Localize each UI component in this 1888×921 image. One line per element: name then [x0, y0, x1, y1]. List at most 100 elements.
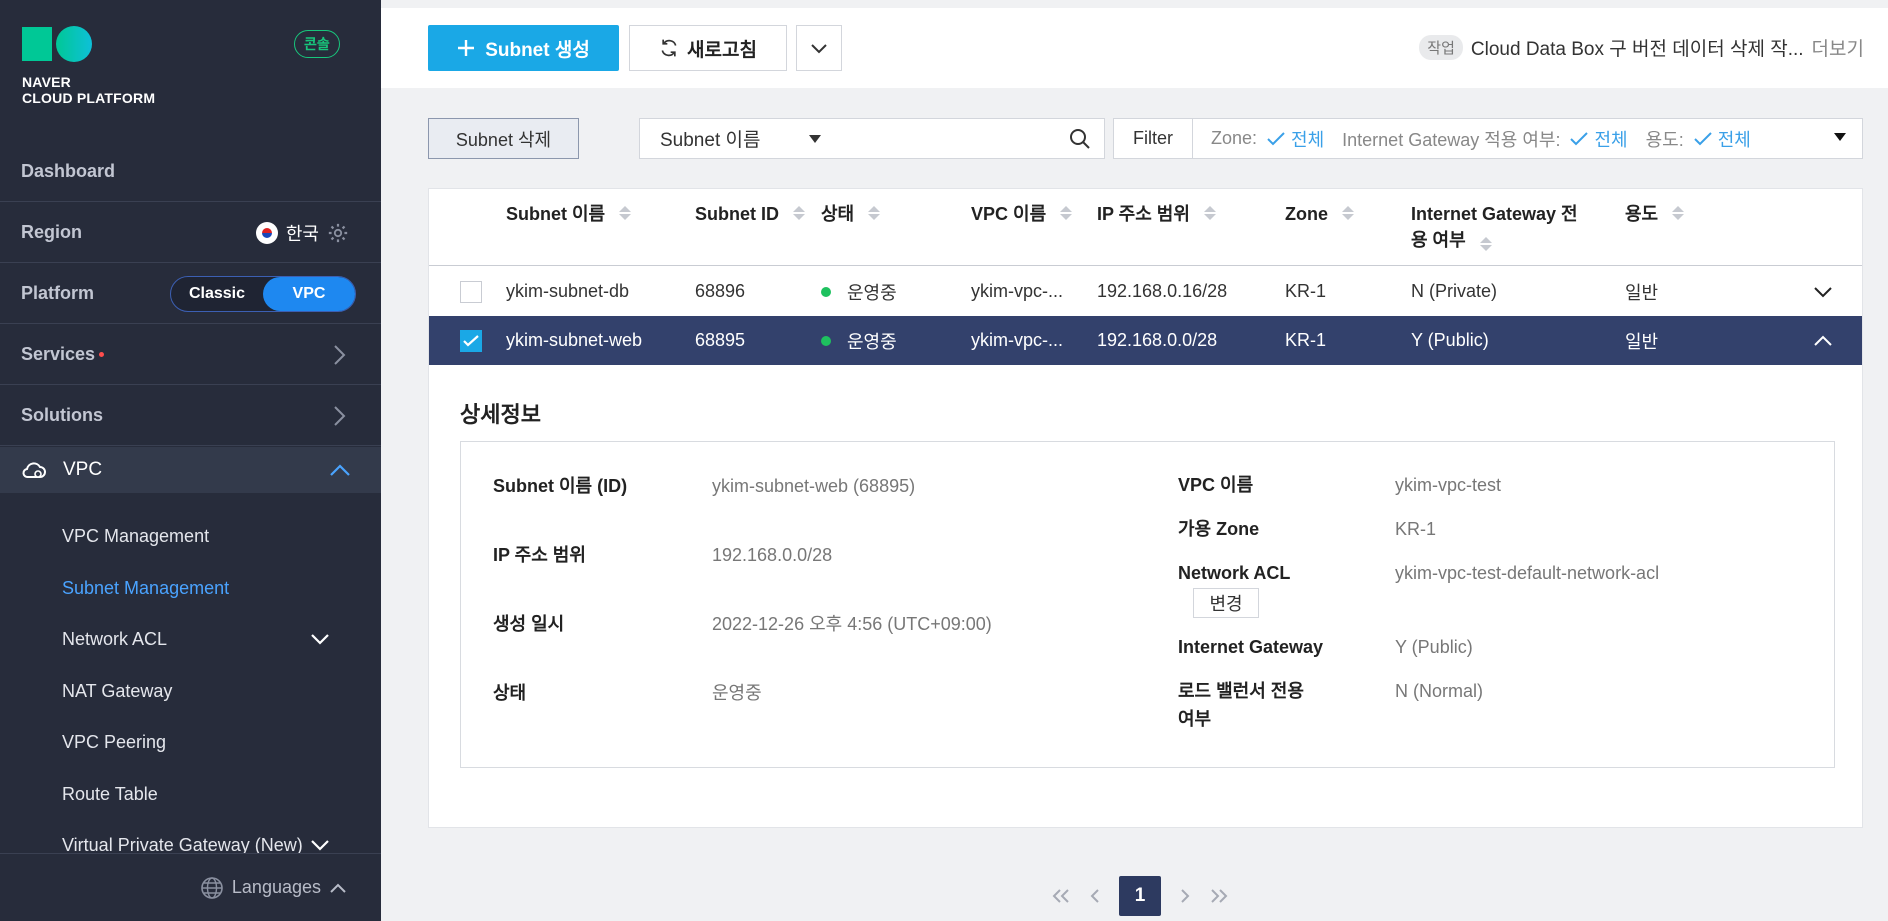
header-internet-gateway[interactable]: Internet Gateway 전용 여부: [1411, 201, 1581, 253]
cell-subnet-id: 68896: [695, 281, 746, 301]
change-acl-button[interactable]: 변경: [1193, 588, 1259, 618]
header-subnet-id[interactable]: Subnet ID: [695, 201, 805, 227]
list-toolbar: Subnet 삭제 Subnet 이름 Filter Zone: 전체 Inter…: [428, 118, 1863, 160]
table-row[interactable]: ykim-subnet-db 68896 운영중 ykim-vpc-... 19…: [429, 267, 1862, 316]
chevron-down-icon: [311, 634, 329, 645]
detail-acl-value: ykim-vpc-test-default-network-acl: [1395, 563, 1660, 583]
detail-ip-label: IP 주소 범위: [493, 545, 586, 565]
detail-created-value: 2022-12-26 오후 4:56 (UTC+09:00): [712, 614, 992, 634]
task-notice: 작업 Cloud Data Box 구 버전 데이터 삭제 작... 더보기: [1419, 34, 1864, 61]
row-checkbox-checked[interactable]: [460, 329, 482, 352]
platform-vpc[interactable]: VPC: [263, 276, 355, 311]
table-row-selected[interactable]: ykim-subnet-web 68895 운영중 ykim-vpc-... 1…: [429, 316, 1862, 365]
naver-cloud-logo[interactable]: NAVER CLOUD PLATFORM: [22, 26, 155, 106]
filter-label[interactable]: Filter: [1114, 119, 1193, 158]
filter-usage[interactable]: 용도: 전체: [1646, 126, 1751, 152]
search-field-select[interactable]: Subnet 이름: [639, 118, 836, 159]
check-icon: [463, 334, 479, 347]
chevron-down-icon: [811, 43, 827, 53]
cell-vpc-name: ykim-vpc-...: [971, 281, 1063, 301]
nav-vpc[interactable]: VPC: [0, 447, 381, 493]
row-checkbox[interactable]: [460, 280, 482, 303]
filter-internet-gateway[interactable]: Internet Gateway 적용 여부: 전체: [1342, 126, 1627, 152]
sort-icon: [1672, 206, 1685, 220]
cell-vpc-name: ykim-vpc-...: [971, 330, 1063, 350]
cell-usage: 일반: [1625, 282, 1659, 303]
header-ip-range[interactable]: IP 주소 범위: [1097, 201, 1216, 227]
korea-flag-icon: [255, 221, 278, 244]
first-page-icon[interactable]: [1051, 888, 1071, 904]
detail-lb-value: N (Normal): [1395, 681, 1483, 701]
chevron-up-icon: [330, 883, 346, 893]
detail-title: 상세정보: [460, 402, 541, 427]
task-more-link[interactable]: 더보기: [1812, 34, 1864, 61]
cell-zone: KR-1: [1285, 330, 1327, 350]
pagination: 1: [1051, 876, 1229, 916]
table-header: Subnet 이름 Subnet ID 상태 VPC 이름 IP 주소 범위 Z…: [429, 189, 1862, 266]
languages-button[interactable]: Languages: [0, 853, 381, 921]
header-status[interactable]: 상태: [821, 201, 881, 227]
refresh-button[interactable]: 새로고침: [629, 25, 787, 71]
nav-solutions[interactable]: Solutions: [0, 386, 381, 446]
task-tag: 작업: [1419, 35, 1463, 60]
detail-acl-label: Network ACL: [1178, 563, 1291, 583]
console-badge[interactable]: 콘솔: [294, 30, 340, 58]
filter-zone[interactable]: Zone: 전체: [1211, 126, 1324, 152]
last-page-icon[interactable]: [1209, 888, 1229, 904]
caret-down-icon[interactable]: [1834, 133, 1846, 141]
header-vpc-name[interactable]: VPC 이름: [971, 201, 1073, 227]
header-usage[interactable]: 용도: [1625, 201, 1685, 227]
detail-zone-value: KR-1: [1395, 519, 1437, 539]
status-dot: [821, 335, 831, 346]
subnav-route-table[interactable]: Route Table: [62, 784, 158, 805]
prev-page-icon[interactable]: [1089, 888, 1101, 904]
chevron-down-icon: [1814, 286, 1832, 297]
check-icon: [1694, 131, 1712, 145]
sort-icon: [619, 206, 632, 220]
cell-status: 운영중: [821, 316, 897, 365]
chevron-up-icon: [1814, 335, 1832, 346]
collapse-row-button[interactable]: [1813, 316, 1833, 365]
detail-status-label: 상태: [493, 683, 527, 703]
expand-row-button[interactable]: [1813, 267, 1833, 316]
platform-toggle[interactable]: Classic VPC: [170, 275, 356, 312]
next-page-icon[interactable]: [1179, 888, 1191, 904]
chevron-right-icon: [334, 344, 346, 365]
detail-panel: Subnet 이름 (ID) ykim-subnet-web (68895) I…: [460, 441, 1835, 768]
subnav-vpc-management[interactable]: VPC Management: [62, 526, 209, 547]
platform-classic[interactable]: Classic: [171, 277, 263, 311]
plus-icon: [458, 40, 475, 56]
globe-icon: [201, 876, 223, 899]
detail-status-value: 운영중: [712, 683, 762, 703]
gear-icon[interactable]: [327, 222, 349, 244]
search-icon[interactable]: [1069, 128, 1091, 150]
region-selector[interactable]: 한국: [255, 220, 349, 246]
chevron-down-icon: [311, 840, 329, 851]
page-number[interactable]: 1: [1119, 876, 1161, 916]
create-subnet-button[interactable]: Subnet 생성: [428, 25, 619, 71]
filter-bar[interactable]: Filter Zone: 전체 Internet Gateway 적용 여부: 전체…: [1113, 118, 1863, 159]
main-content: Subnet 생성 새로고침 작업 Cloud Data Box 구 버전 데이…: [381, 0, 1888, 921]
subnav-network-acl[interactable]: Network ACL: [62, 629, 362, 650]
check-icon: [1267, 131, 1285, 145]
more-actions-button[interactable]: [796, 25, 842, 71]
cell-status: 운영중: [821, 267, 897, 316]
delete-subnet-button[interactable]: Subnet 삭제: [428, 118, 579, 159]
detail-vpc-value: ykim-vpc-test: [1395, 475, 1502, 495]
detail-subnet-name-value: ykim-subnet-web (68895): [712, 476, 916, 496]
search-input[interactable]: [835, 118, 1105, 159]
subnav-vpc-peering[interactable]: VPC Peering: [62, 732, 166, 753]
status-dot: [821, 286, 831, 297]
detail-zone-label: 가용 Zone: [1178, 519, 1260, 539]
subnet-table: Subnet 이름 Subnet ID 상태 VPC 이름 IP 주소 범위 Z…: [428, 188, 1863, 828]
nav-platform: Platform Classic VPC: [0, 264, 381, 324]
sort-icon: [1479, 236, 1492, 251]
cell-subnet-name: ykim-subnet-db: [506, 281, 630, 301]
subnav-nat-gateway[interactable]: NAT Gateway: [62, 681, 172, 702]
header-subnet-name[interactable]: Subnet 이름: [506, 201, 632, 227]
subnav-subnet-management[interactable]: Subnet Management: [62, 578, 229, 599]
detail-lb-label: 로드 밸런서 전용 여부: [1178, 681, 1304, 729]
nav-dashboard[interactable]: Dashboard: [0, 142, 381, 202]
nav-services[interactable]: Services: [0, 325, 381, 385]
header-zone[interactable]: Zone: [1285, 201, 1354, 227]
